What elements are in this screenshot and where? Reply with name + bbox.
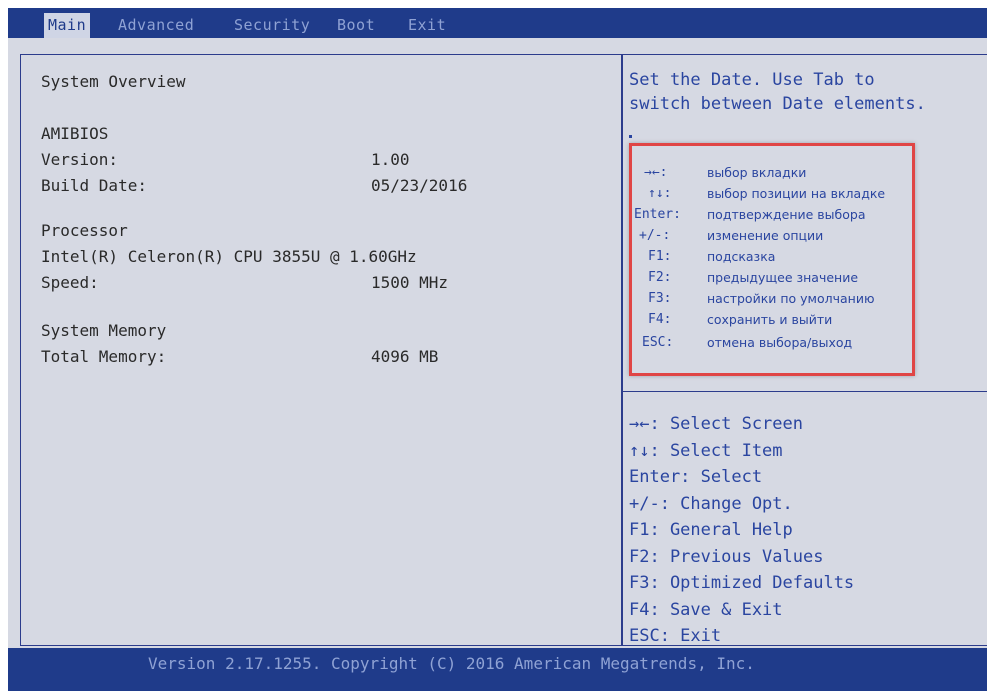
translation-key: F1: [648, 249, 672, 264]
amibios-label: AMIBIOS [41, 124, 109, 143]
key-select-item: ↑↓: Select Item [629, 440, 783, 461]
version-row: Version: 1.00 [41, 150, 410, 169]
tab-exit[interactable]: Exit [404, 13, 450, 38]
translation-desc: изменение опции [707, 228, 824, 243]
key-f4: F4: Save & Exit [629, 599, 783, 620]
total-memory-label: Total Memory: [41, 347, 167, 366]
system-memory-label: System Memory [41, 321, 167, 340]
key-select-screen: →←: Select Screen [629, 414, 803, 434]
key-f2: F2: Previous Values [629, 546, 824, 567]
version-label: Version: [41, 150, 119, 169]
processor-label: Processor [41, 221, 128, 240]
translation-key: →←: [644, 165, 668, 180]
translation-key: F3: [648, 291, 672, 306]
help-divider [623, 391, 987, 392]
translation-overlay: →←: выбор вкладки ↑↓: выбор позиции на в… [629, 143, 915, 376]
tab-advanced[interactable]: Advanced [114, 13, 198, 38]
status-bar: Version 2.17.1255. Copyright (C) 2016 Am… [8, 648, 987, 691]
speed-label: Speed: [41, 273, 99, 292]
speed-row: Speed: 1500 MHz [41, 273, 448, 292]
translation-key: Enter: [634, 207, 681, 222]
cpu-name: Intel(R) Celeron(R) CPU 3855U @ 1.60GHz [41, 247, 417, 266]
translation-desc: предыдущее значение [707, 270, 859, 285]
key-change-opt: +/-: Change Opt. [629, 493, 793, 514]
tab-security[interactable]: Security [230, 13, 314, 38]
translation-key: F4: [648, 312, 672, 327]
help-line-1: Set the Date. Use Tab to [629, 70, 875, 90]
translation-key: +/-: [639, 228, 671, 243]
key-enter: Enter: Select [629, 467, 763, 487]
translation-key: ESC: [642, 335, 674, 350]
translation-desc: сохранить и выйти [707, 312, 833, 327]
translation-key: ↑↓: [648, 186, 672, 201]
build-date-row: Build Date: 05/23/2016 [41, 176, 467, 195]
translation-desc: подсказка [707, 249, 776, 264]
translation-desc: настройки по умолчанию [707, 291, 875, 306]
menu-bar: Main Advanced Security Boot Exit [8, 8, 987, 38]
version-value: 1.00 [371, 150, 410, 169]
build-date-value: 05/23/2016 [371, 176, 468, 195]
item-help-text: Set the Date. Use Tab to switch between … [629, 68, 987, 116]
translation-desc: выбор позиции на вкладке [707, 186, 886, 201]
separator-dot [629, 135, 632, 138]
system-overview-heading: System Overview [41, 72, 186, 91]
tab-main[interactable]: Main [44, 13, 91, 38]
translation-desc: выбор вкладки [707, 165, 807, 180]
key-f1: F1: General Help [629, 520, 793, 540]
help-line-2: switch between Date elements. [629, 94, 926, 114]
total-memory-value: 4096 MB [371, 347, 439, 366]
translation-desc: отмена выбора/выход [707, 335, 853, 350]
system-overview-panel: System Overview AMIBIOS Version: 1.00 Bu… [20, 54, 622, 646]
total-memory-row: Total Memory: 4096 MB [41, 347, 438, 366]
translation-desc: подтверждение выбора [707, 207, 866, 222]
translation-key: F2: [648, 270, 672, 285]
tab-boot[interactable]: Boot [333, 13, 379, 38]
copyright-footer: Version 2.17.1255. Copyright (C) 2016 Am… [148, 654, 755, 673]
key-legend: →←: Select Screen ↑↓: Select Item Enter:… [629, 411, 854, 650]
speed-value: 1500 MHz [371, 273, 449, 292]
build-date-label: Build Date: [41, 176, 147, 195]
key-f3: F3: Optimized Defaults [629, 573, 855, 593]
key-esc: ESC: Exit [629, 626, 722, 646]
